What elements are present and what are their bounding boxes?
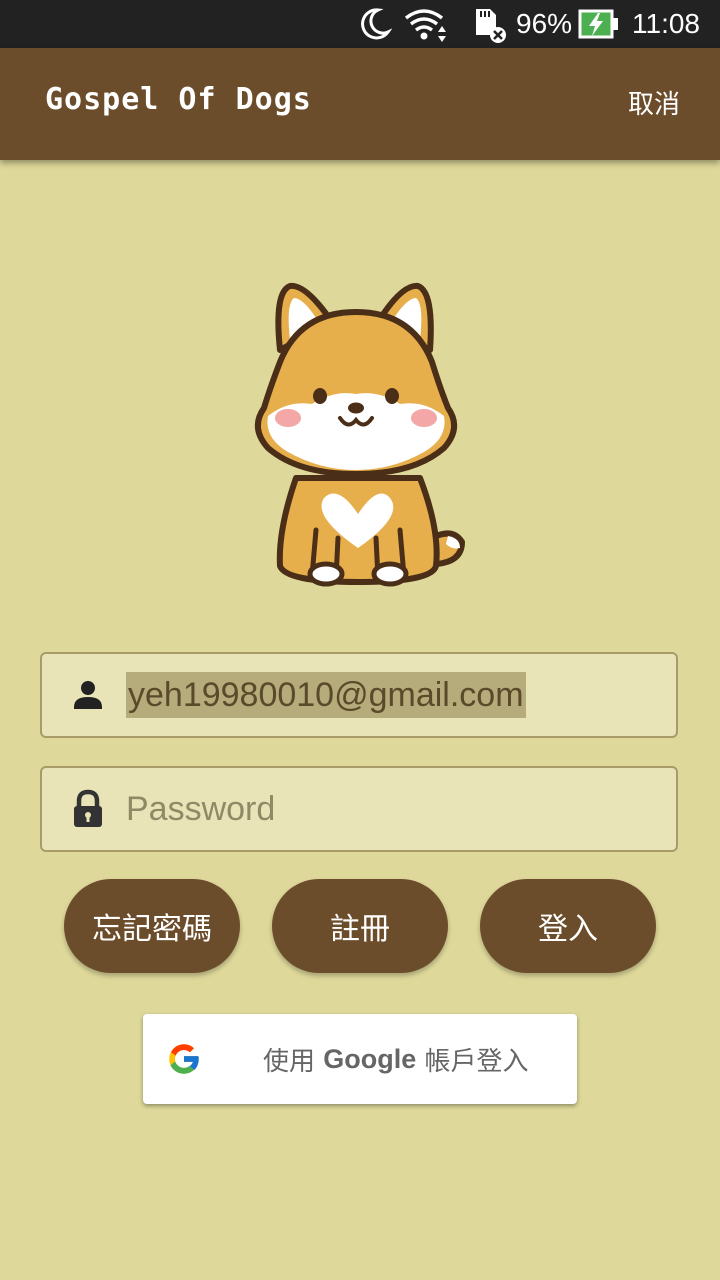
sd-card-icon — [472, 0, 510, 48]
status-bar: 96% 11:08 — [0, 0, 720, 48]
google-logo-icon — [169, 1044, 200, 1074]
cancel-button[interactable]: 取消 — [628, 84, 680, 121]
password-input[interactable] — [126, 786, 646, 832]
app-title: Gospel Of Dogs — [45, 82, 312, 117]
email-value[interactable]: yeh19980010@gmail.com — [126, 672, 526, 718]
google-label-prefix: 使用 — [263, 1046, 324, 1077]
moon-icon — [356, 0, 392, 48]
email-field[interactable]: yeh19980010@gmail.com — [40, 652, 678, 738]
person-icon — [74, 681, 102, 709]
register-button[interactable]: 註冊 — [272, 879, 448, 973]
lock-icon — [74, 789, 102, 827]
clock: 11:08 — [632, 8, 700, 39]
forgot-password-button[interactable]: 忘記密碼 — [64, 879, 240, 973]
login-button[interactable]: 登入 — [480, 879, 656, 973]
google-signin-button[interactable]: 使用 Google 帳戶登入 — [143, 1014, 577, 1104]
google-label-suffix: 帳戶登入 — [416, 1046, 529, 1077]
battery-charging-icon — [578, 0, 620, 48]
wifi-icon — [404, 0, 448, 48]
app-bar: Gospel Of Dogs 取消 — [0, 48, 720, 160]
battery-percent: 96% — [516, 8, 573, 39]
shiba-dog-mascot — [240, 278, 480, 598]
google-signin-label: 使用 Google 帳戶登入 — [263, 1014, 529, 1104]
google-label-brand: Google — [323, 1043, 417, 1074]
password-field[interactable] — [40, 766, 678, 852]
